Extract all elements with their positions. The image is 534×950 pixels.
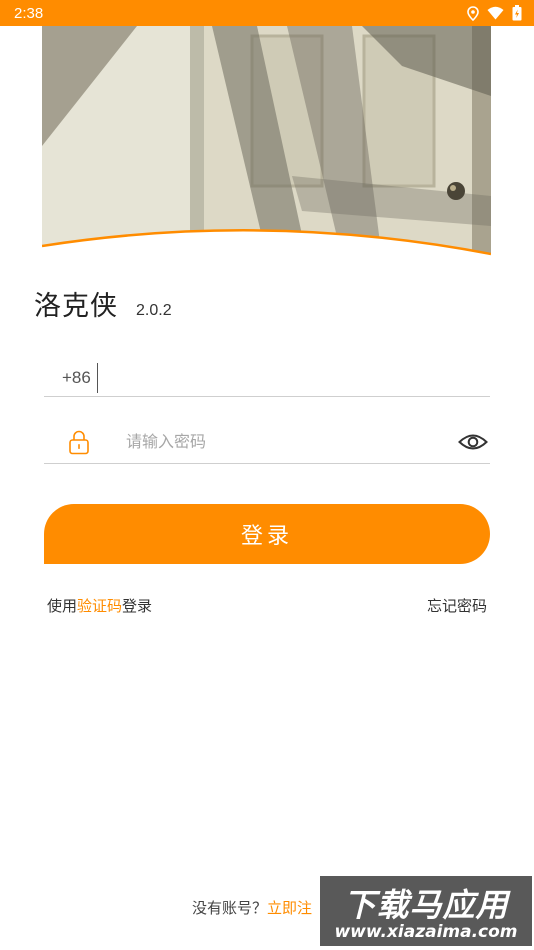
register-row: 没有账号？立即注 (192, 897, 312, 918)
status-bar: 2:38 (0, 0, 534, 26)
sms-login-code-link[interactable]: 验证码 (77, 597, 122, 615)
wifi-icon (487, 6, 504, 20)
watermark-title: 下载马应用 (343, 886, 509, 924)
eye-icon[interactable] (458, 432, 488, 452)
sms-login-prefix: 使用 (47, 597, 78, 615)
forgot-password-link[interactable]: 忘记密码 (427, 595, 487, 616)
password-input[interactable] (126, 426, 458, 457)
app-version: 2.0.2 (136, 302, 172, 319)
status-icons (467, 5, 522, 21)
lock-icon (69, 430, 89, 454)
register-link[interactable]: 立即注 (267, 899, 312, 917)
battery-icon (512, 5, 522, 21)
phone-field: +86 (44, 360, 490, 397)
location-icon (467, 5, 479, 21)
app-title-row: 洛克侠 2.0.2 (34, 284, 172, 323)
phone-input[interactable] (96, 363, 490, 393)
watermark: 下载马应用 www.xiazaima.com (320, 876, 532, 946)
login-button[interactable]: 登录 (44, 504, 490, 564)
hero-image (42, 26, 491, 258)
password-field (44, 420, 490, 464)
register-prompt: 没有账号？ (192, 899, 268, 917)
watermark-url: www.xiazaima.com (334, 922, 518, 942)
country-code[interactable]: +86 (62, 368, 91, 388)
app-name: 洛克侠 (34, 291, 118, 322)
door-photo (42, 26, 491, 258)
status-time: 2:38 (14, 4, 44, 22)
sms-login-suffix: 登录 (122, 597, 153, 615)
sms-login-link[interactable]: 使用验证码登录 (47, 595, 152, 616)
